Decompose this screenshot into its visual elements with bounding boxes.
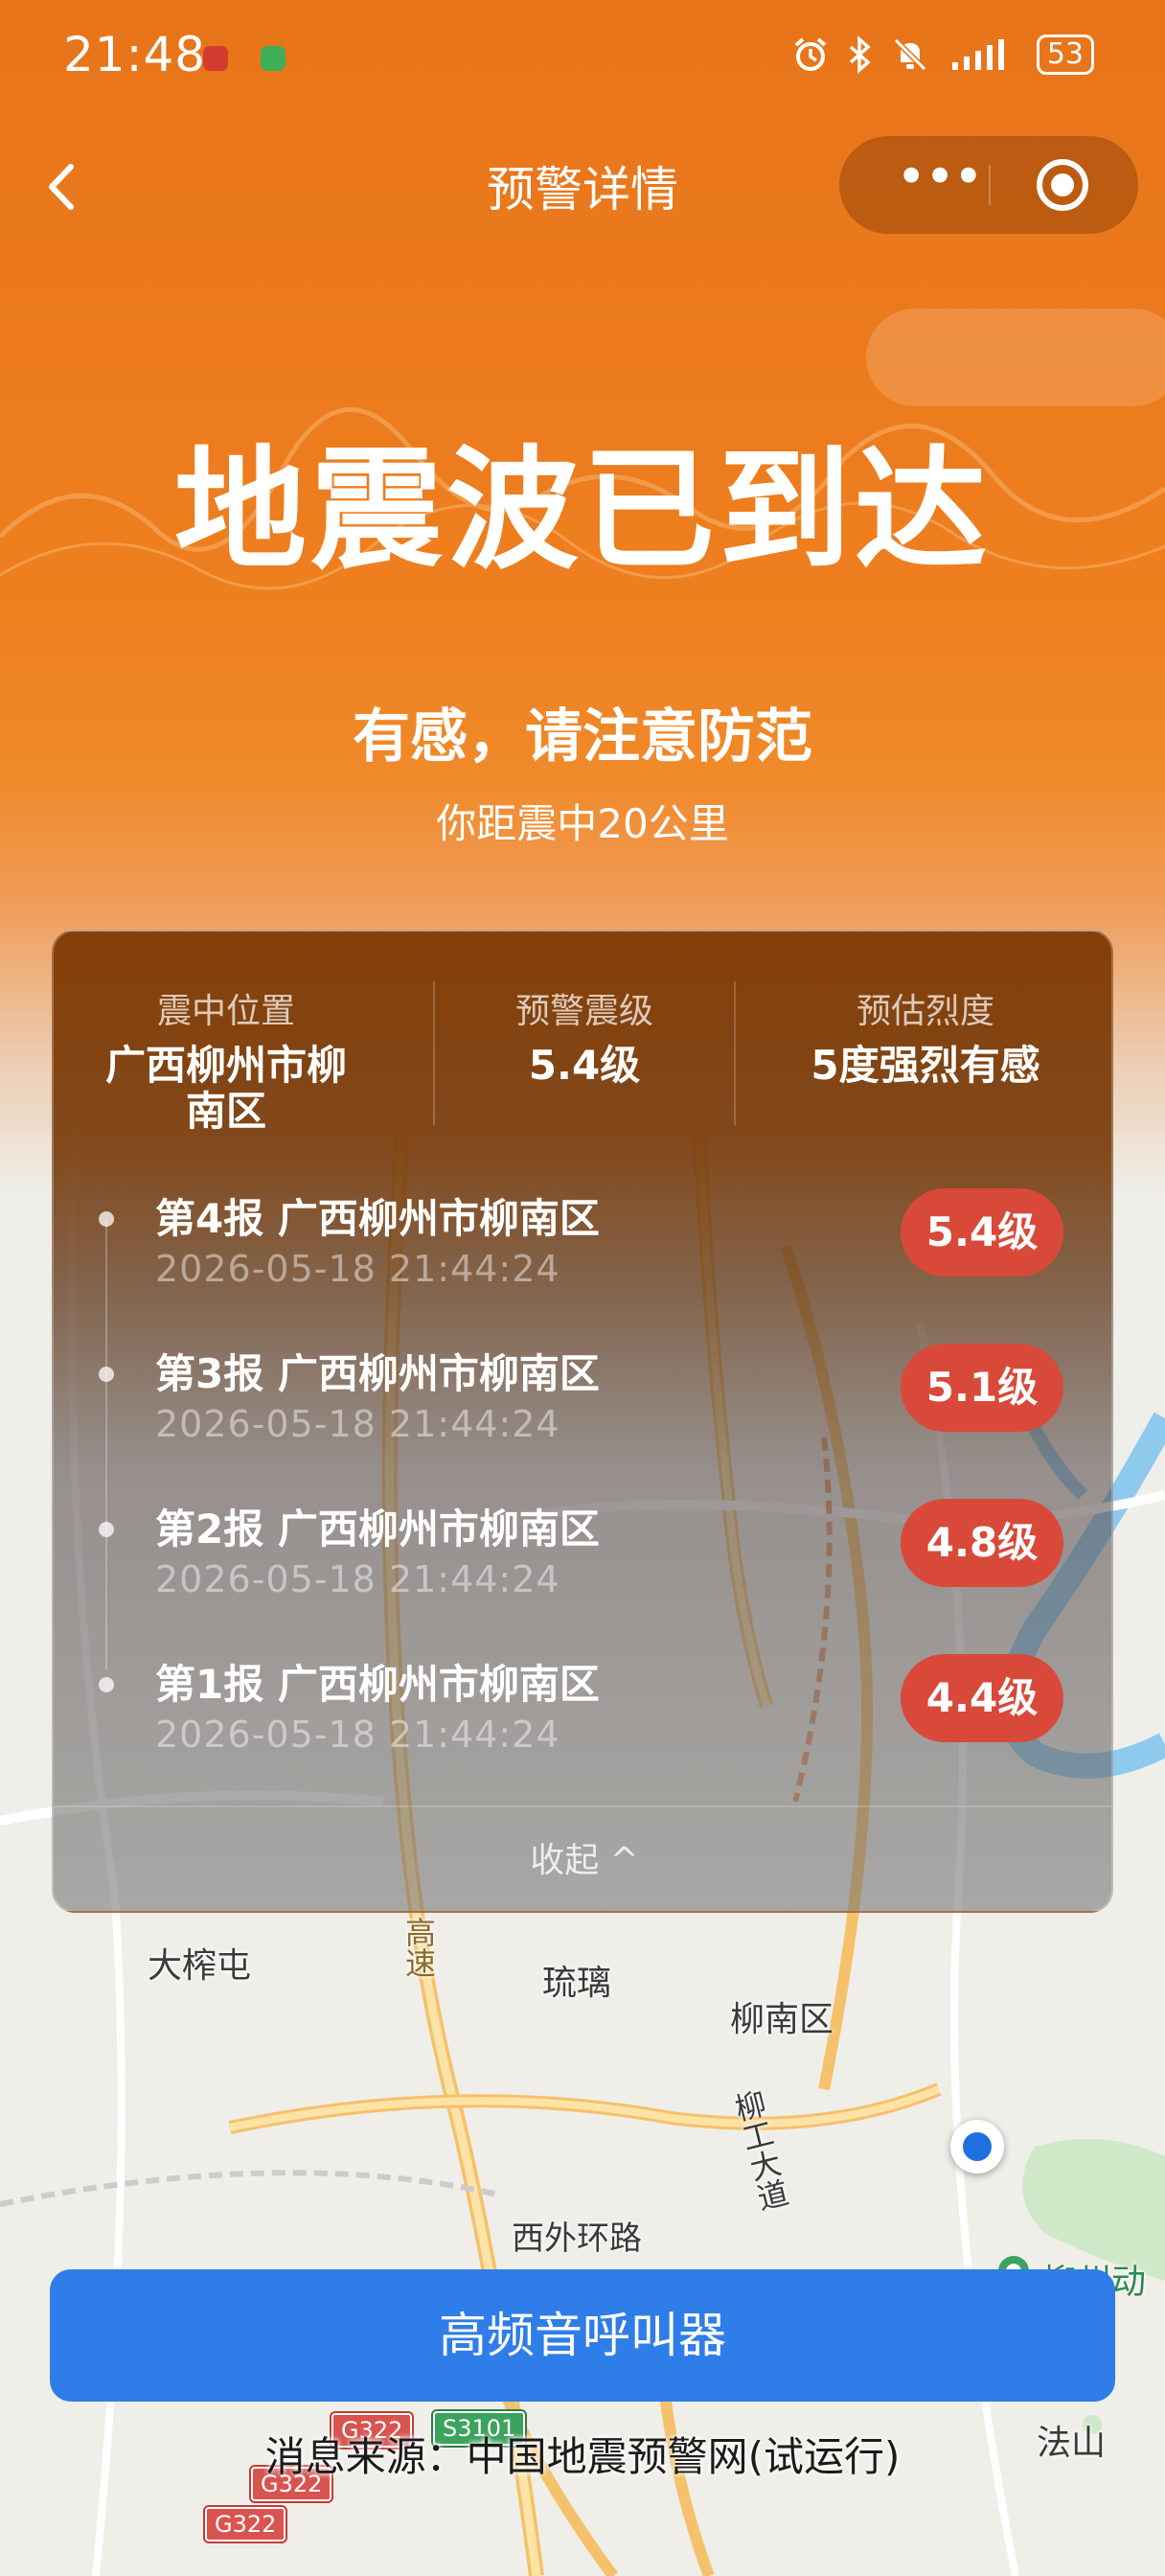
current-location-marker[interactable] [950, 2120, 1004, 2174]
alert-headline: 地震波已到达 [173, 433, 991, 587]
intensity-stat: 预估烈度 5度强烈有感 [753, 983, 1098, 1089]
report-item: 第3报 广西柳州市柳南区 2026-05-18 21:44:24 5.1级 [54, 1342, 1111, 1485]
report-title: 第1报 广西柳州市柳南区 [155, 1661, 600, 1708]
miniprogram-capsule: ••• [839, 136, 1138, 234]
stat-value: 5.4级 [528, 1042, 641, 1089]
magnitude-badge: 5.1级 [901, 1344, 1063, 1432]
mute-icon [893, 37, 926, 72]
report-time: 2026-05-18 21:44:24 [155, 1558, 560, 1600]
magnitude-badge: 5.4级 [901, 1188, 1063, 1276]
collapse-button[interactable]: 收起 ^ [54, 1832, 1111, 1882]
alarm-icon [794, 37, 827, 71]
report-item: 第2报 广西柳州市柳南区 2026-05-18 21:44:24 4.8级 [54, 1497, 1111, 1641]
stat-label: 震中位置 [156, 992, 295, 1031]
map-label-dazhatun: 大榨屯 [148, 1946, 252, 1986]
stat-divider [734, 981, 736, 1125]
map-label-liuli: 琉璃 [542, 1964, 612, 2003]
epicenter-stat: 震中位置 广西柳州市柳南区 [54, 983, 399, 1135]
stat-value: 5度强烈有感 [811, 1042, 1040, 1089]
close-miniprogram-icon[interactable] [1037, 159, 1088, 211]
timeline-dot [99, 1211, 114, 1227]
notification-app-icon [261, 46, 286, 71]
message-source: 消息来源：中国地震预警网(试运行) [264, 2433, 901, 2480]
bluetooth-icon [849, 35, 871, 74]
report-title: 第3报 广西柳州市柳南区 [155, 1350, 600, 1397]
map-label-liunanqu: 柳南区 [730, 2000, 834, 2039]
report-time: 2026-05-18 21:44:24 [155, 1714, 560, 1756]
battery-icon: 53 [1036, 34, 1094, 75]
signal-icon [951, 39, 1004, 70]
magnitude-badge: 4.8级 [901, 1499, 1063, 1587]
high-frequency-pager-button[interactable]: 高频音呼叫器 [50, 2269, 1115, 2402]
stat-label: 预警震级 [514, 992, 653, 1031]
report-title: 第2报 广西柳州市柳南区 [155, 1506, 600, 1552]
report-time: 2026-05-18 21:44:24 [155, 1248, 560, 1290]
magnitude-stat: 预警震级 5.4级 [412, 983, 757, 1089]
timeline-dot [99, 1367, 114, 1382]
stat-value: 广西柳州市柳南区 [104, 1042, 347, 1135]
timeline-dot [99, 1522, 114, 1537]
card-divider [54, 1806, 1111, 1807]
alert-detail-card: 震中位置 广西柳州市柳南区 预警震级 5.4级 预估烈度 5度强烈有感 第4报 … [52, 930, 1113, 1913]
status-bar: 21:48 53 [0, 0, 1165, 115]
notification-app-icon [203, 46, 228, 71]
epicenter-distance: 你距震中20公里 [436, 800, 729, 847]
timeline-dot [99, 1677, 114, 1692]
alert-subheadline: 有感，请注意防范 [353, 703, 812, 770]
more-options-icon[interactable]: ••• [881, 151, 996, 207]
report-item: 第1报 广西柳州市柳南区 2026-05-18 21:44:24 4.4级 [54, 1652, 1111, 1796]
map-label-gaosu: 高速 [400, 1917, 437, 1978]
map-label-xiwai: 西外环路 [512, 2220, 642, 2258]
report-title: 第4报 广西柳州市柳南区 [155, 1195, 600, 1242]
status-icons: 53 [791, 34, 1094, 75]
report-item: 第4报 广西柳州市柳南区 2026-05-18 21:44:24 5.4级 [54, 1186, 1111, 1330]
magnitude-badge: 4.4级 [901, 1654, 1063, 1742]
capsule-divider [989, 165, 991, 205]
stat-label: 预估烈度 [856, 992, 994, 1031]
faded-overlay-pill [866, 309, 1165, 406]
road-badge-g322: G322 [202, 2505, 288, 2543]
status-time: 21:48 [63, 27, 207, 82]
report-time: 2026-05-18 21:44:24 [155, 1403, 560, 1445]
